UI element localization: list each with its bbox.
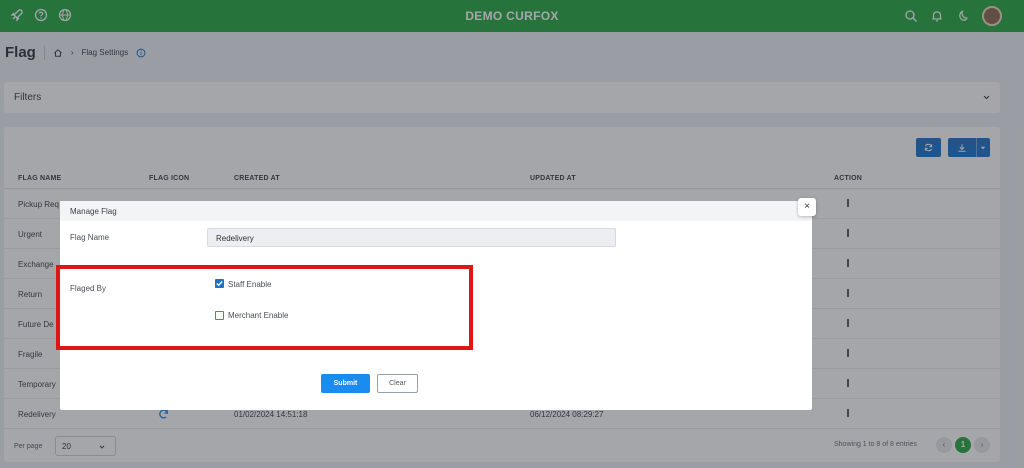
submit-button[interactable]: Submit bbox=[321, 374, 370, 393]
flag-name-label: Flag Name bbox=[70, 233, 110, 242]
flag-name-input[interactable]: Redelivery bbox=[207, 228, 616, 247]
clear-button[interactable]: Clear bbox=[377, 374, 418, 393]
highlight-box bbox=[56, 265, 473, 350]
modal-title: Manage Flag bbox=[70, 207, 117, 216]
close-modal-button[interactable]: × bbox=[798, 198, 816, 216]
modal-header: Manage Flag bbox=[60, 201, 812, 221]
